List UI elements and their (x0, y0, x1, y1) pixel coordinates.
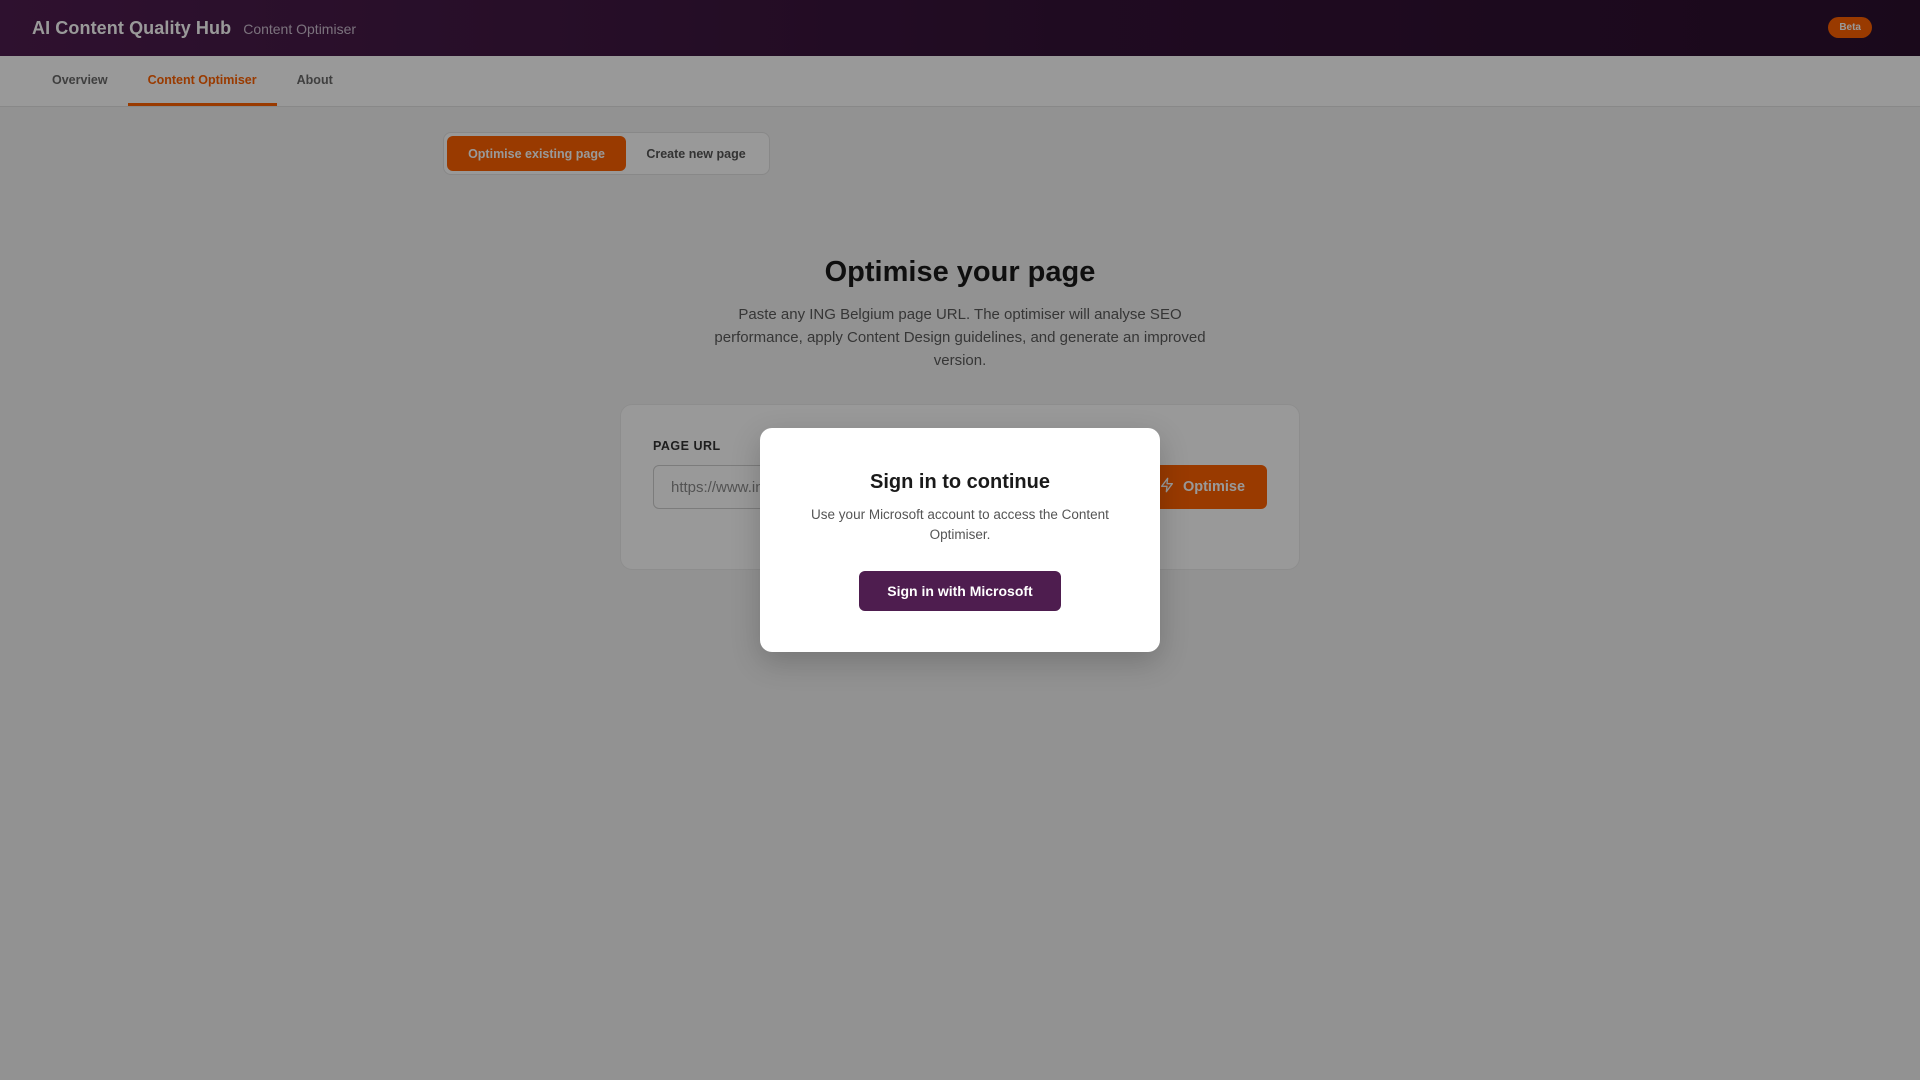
sign-in-modal: Sign in to continue Use your Microsoft a… (760, 428, 1160, 652)
modal-message: Use your Microsoft account to access the… (811, 507, 1109, 542)
app-root: AI Content Quality Hub Content Optimiser… (0, 0, 1920, 1080)
modal-title: Sign in to continue (870, 471, 1050, 493)
sign-in-microsoft-button[interactable]: Sign in with Microsoft (859, 571, 1061, 611)
